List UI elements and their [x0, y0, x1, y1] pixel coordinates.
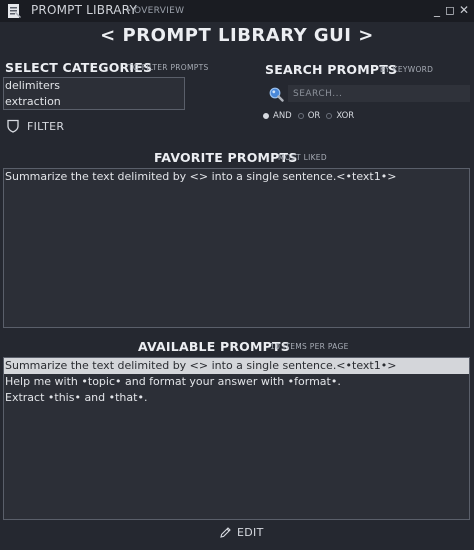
search-input[interactable] [288, 85, 470, 102]
maximize-button[interactable]: ◻ [443, 2, 457, 18]
category-item-extraction[interactable]: extraction [4, 94, 184, 110]
favorites-list[interactable]: Summarize the text delimited by <> into … [3, 168, 470, 328]
available-list[interactable]: Summarize the text delimited by <> into … [3, 357, 470, 520]
search-mode-or[interactable]: OR [297, 111, 321, 121]
radio-xor-indicator [326, 113, 333, 119]
search-subtitle: BY KEYWORD [380, 65, 434, 74]
page-title: < PROMPT LIBRARY GUI > [100, 25, 374, 46]
title-bar: PROMPT LIBRARY ‣ OVERVIEW _ ◻ ✕ [0, 0, 474, 22]
radio-and-indicator [263, 113, 269, 119]
list-item[interactable]: Extract •this• and •that•. [4, 390, 469, 406]
search-mode-and[interactable]: AND [263, 111, 292, 121]
radio-xor-label: XOR [336, 111, 355, 121]
category-item-delimiters[interactable]: delimiters [4, 78, 184, 94]
radio-and-label: AND [273, 111, 292, 121]
list-item[interactable]: Help me with •topic• and format your ans… [4, 374, 469, 390]
app-title: PROMPT LIBRARY [31, 3, 137, 17]
favorite-item[interactable]: Summarize the text delimited by <> into … [4, 169, 469, 185]
breadcrumb-arrow-icon: ‣ [127, 6, 132, 15]
favorites-subtitle: MOST LIKED [278, 153, 327, 162]
available-subtitle: 10 ITEMS PER PAGE [270, 342, 349, 351]
list-item[interactable]: Summarize the text delimited by <> into … [4, 358, 469, 374]
app-logo-icon [8, 4, 21, 18]
shield-filter-icon [7, 119, 19, 133]
search-title: SEARCH PROMPTS [265, 62, 398, 77]
edit-label: EDIT [237, 525, 264, 539]
filter-label: FILTER [27, 119, 65, 133]
breadcrumb[interactable]: OVERVIEW [134, 6, 184, 16]
favorites-title: FAVORITE PROMPTS [154, 150, 298, 165]
available-title: AVAILABLE PROMPTS [138, 339, 290, 354]
close-button[interactable]: ✕ [457, 2, 471, 18]
pencil-icon [220, 526, 231, 538]
magnifier-icon [269, 87, 284, 102]
categories-subtitle: TO FILTER PROMPTS [128, 63, 209, 72]
minimize-button[interactable]: _ [430, 2, 444, 18]
radio-or-indicator [297, 113, 304, 119]
search-mode-xor[interactable]: XOR [326, 111, 354, 121]
filter-button[interactable]: FILTER [7, 118, 64, 134]
radio-or-label: OR [307, 111, 321, 121]
edit-button[interactable]: EDIT [219, 524, 264, 540]
category-list[interactable]: delimiters extraction [3, 77, 185, 110]
search-mode-group: AND OR XOR [263, 110, 360, 122]
